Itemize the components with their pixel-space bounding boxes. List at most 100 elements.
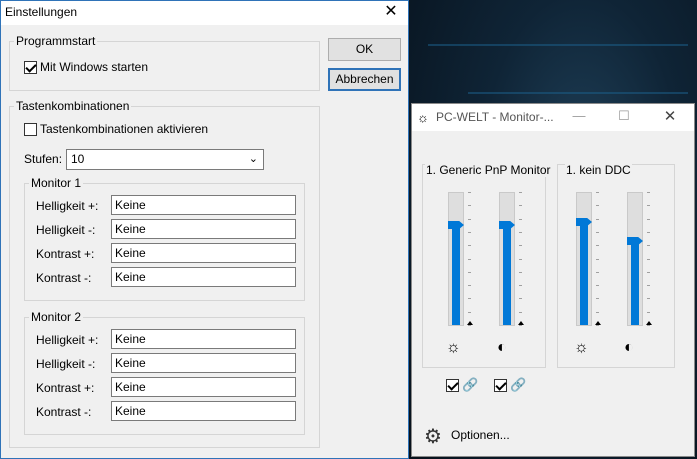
slider-fill — [452, 225, 460, 325]
brightness-icon: ☼ — [446, 339, 461, 356]
hotkeys-group: Tastenkombinationen Tastenkombinationen … — [9, 99, 320, 448]
slider-tick — [468, 219, 471, 220]
slider-ticks — [519, 192, 523, 326]
slider-tick — [596, 325, 599, 326]
slider-tick — [596, 312, 599, 313]
monitor-widget-title: PC-WELT - Monitor-... — [436, 110, 554, 124]
slider-tick — [468, 325, 471, 326]
options-link[interactable]: Optionen... — [451, 428, 510, 442]
hotkey-row-label: Kontrast +: — [36, 247, 95, 261]
hotkey-field[interactable]: Keine — [111, 329, 296, 349]
slider-tick — [468, 312, 471, 313]
autostart-checkbox-box[interactable] — [24, 60, 37, 74]
autostart-checkbox[interactable]: Mit Windows starten — [24, 60, 148, 74]
slider-tick — [519, 259, 522, 260]
chevron-down-icon[interactable]: ⌄ — [249, 150, 258, 169]
hotkeys-label: Tastenkombinationen — [14, 99, 132, 113]
settings-titlebar: Einstellungen ✕ — [1, 1, 408, 25]
hotkey-row-label: Helligkeit -: — [36, 223, 96, 237]
slider-tick — [468, 285, 471, 286]
slider-tick — [647, 312, 650, 313]
hotkey-field[interactable]: Keine — [111, 219, 296, 239]
brightness-slider[interactable] — [448, 192, 464, 326]
programmstart-group: Programmstart Mit Windows starten — [9, 34, 320, 91]
contrast-icon: ◐ — [497, 339, 507, 356]
hotkey-row-label: Kontrast -: — [36, 271, 92, 285]
settings-title: Einstellungen — [5, 5, 78, 19]
ok-button[interactable]: OK — [328, 38, 401, 61]
close-icon[interactable]: ✕ — [374, 1, 408, 25]
minimize-icon[interactable]: — — [569, 108, 589, 123]
hotkeys-enable-label: Tastenkombinationen aktivieren — [40, 122, 209, 136]
slider-tick — [596, 272, 599, 273]
desktop-decoration-line — [468, 92, 688, 94]
slider-ticks — [468, 192, 472, 326]
brightness-link-checkbox-box[interactable] — [446, 378, 459, 392]
slider-tick — [468, 245, 471, 246]
contrast-link-checkbox[interactable]: 🔗 — [494, 377, 526, 393]
slider-max-marker — [646, 321, 652, 325]
programmstart-label: Programmstart — [14, 34, 98, 48]
hotkey-field[interactable]: Keine — [111, 243, 296, 263]
slider-ticks — [596, 192, 600, 326]
hotkey-row-label: Helligkeit +: — [36, 333, 99, 347]
slider-tick — [647, 325, 650, 326]
slider-tick — [647, 285, 650, 286]
autostart-label: Mit Windows starten — [40, 60, 149, 74]
desktop-decoration-line — [428, 44, 688, 46]
monitor-name-label: 1. kein DDC — [565, 163, 632, 177]
slider-thumb[interactable] — [499, 221, 515, 229]
slider-tick — [468, 205, 471, 206]
slider-thumb[interactable] — [448, 221, 464, 229]
hotkey-field[interactable]: Keine — [111, 353, 296, 373]
slider-tick — [647, 259, 650, 260]
brightness-link-checkbox[interactable]: 🔗 — [446, 377, 478, 393]
slider-fill — [631, 241, 639, 325]
slider-tick — [519, 312, 522, 313]
slider-tick — [647, 272, 650, 273]
slider-tick — [596, 285, 599, 286]
slider-thumb[interactable] — [627, 237, 643, 245]
close-icon[interactable]: ✕ — [660, 107, 680, 125]
slider-tick — [519, 205, 522, 206]
monitor-group-2: 1. kein DDC — [557, 163, 675, 368]
brightness-slider[interactable] — [576, 192, 592, 326]
slider-tick — [647, 298, 650, 299]
steps-value: 10 — [71, 152, 85, 166]
slider-tick — [596, 232, 599, 233]
hotkeys-enable-checkbox[interactable]: Tastenkombinationen aktivieren — [24, 122, 208, 136]
gear-icon[interactable]: ⚙ — [424, 424, 442, 449]
hotkey-field[interactable]: Keine — [111, 401, 296, 421]
contrast-slider[interactable] — [627, 192, 643, 326]
chain-link-icon: 🔗 — [462, 377, 479, 392]
contrast-slider[interactable] — [499, 192, 515, 326]
slider-tick — [596, 205, 599, 206]
maximize-icon[interactable]: ☐ — [614, 108, 634, 124]
slider-tick — [596, 245, 599, 246]
contrast-link-checkbox-box[interactable] — [494, 378, 507, 392]
slider-tick — [519, 245, 522, 246]
slider-tick — [519, 192, 522, 193]
hotkeys-enable-checkbox-box[interactable] — [24, 122, 37, 136]
slider-tick — [647, 192, 650, 193]
hotkey-row-label: Kontrast -: — [36, 405, 92, 419]
slider-fill — [580, 222, 588, 325]
cancel-button[interactable]: Abbrechen — [328, 68, 401, 91]
slider-tick — [519, 232, 522, 233]
slider-tick — [596, 219, 599, 220]
sun-icon: ☼ — [417, 110, 429, 125]
slider-tick — [468, 192, 471, 193]
hotkey-field[interactable]: Keine — [111, 267, 296, 287]
slider-tick — [647, 245, 650, 246]
chain-link-icon: 🔗 — [510, 377, 527, 392]
monitor-name-label: 1. Generic PnP Monitor — [425, 163, 552, 177]
monitor2-hotkeys-group: Monitor 2 Helligkeit +: Keine Helligkeit… — [24, 310, 305, 435]
hotkey-row-label: Helligkeit -: — [36, 357, 96, 371]
hotkey-field[interactable]: Keine — [111, 377, 296, 397]
slider-fill — [503, 225, 511, 325]
steps-select[interactable]: 10 ⌄ — [66, 149, 264, 170]
monitor2-label: Monitor 2 — [29, 310, 84, 324]
hotkey-field[interactable]: Keine — [111, 195, 296, 215]
slider-thumb[interactable] — [576, 218, 592, 226]
slider-tick — [468, 259, 471, 260]
